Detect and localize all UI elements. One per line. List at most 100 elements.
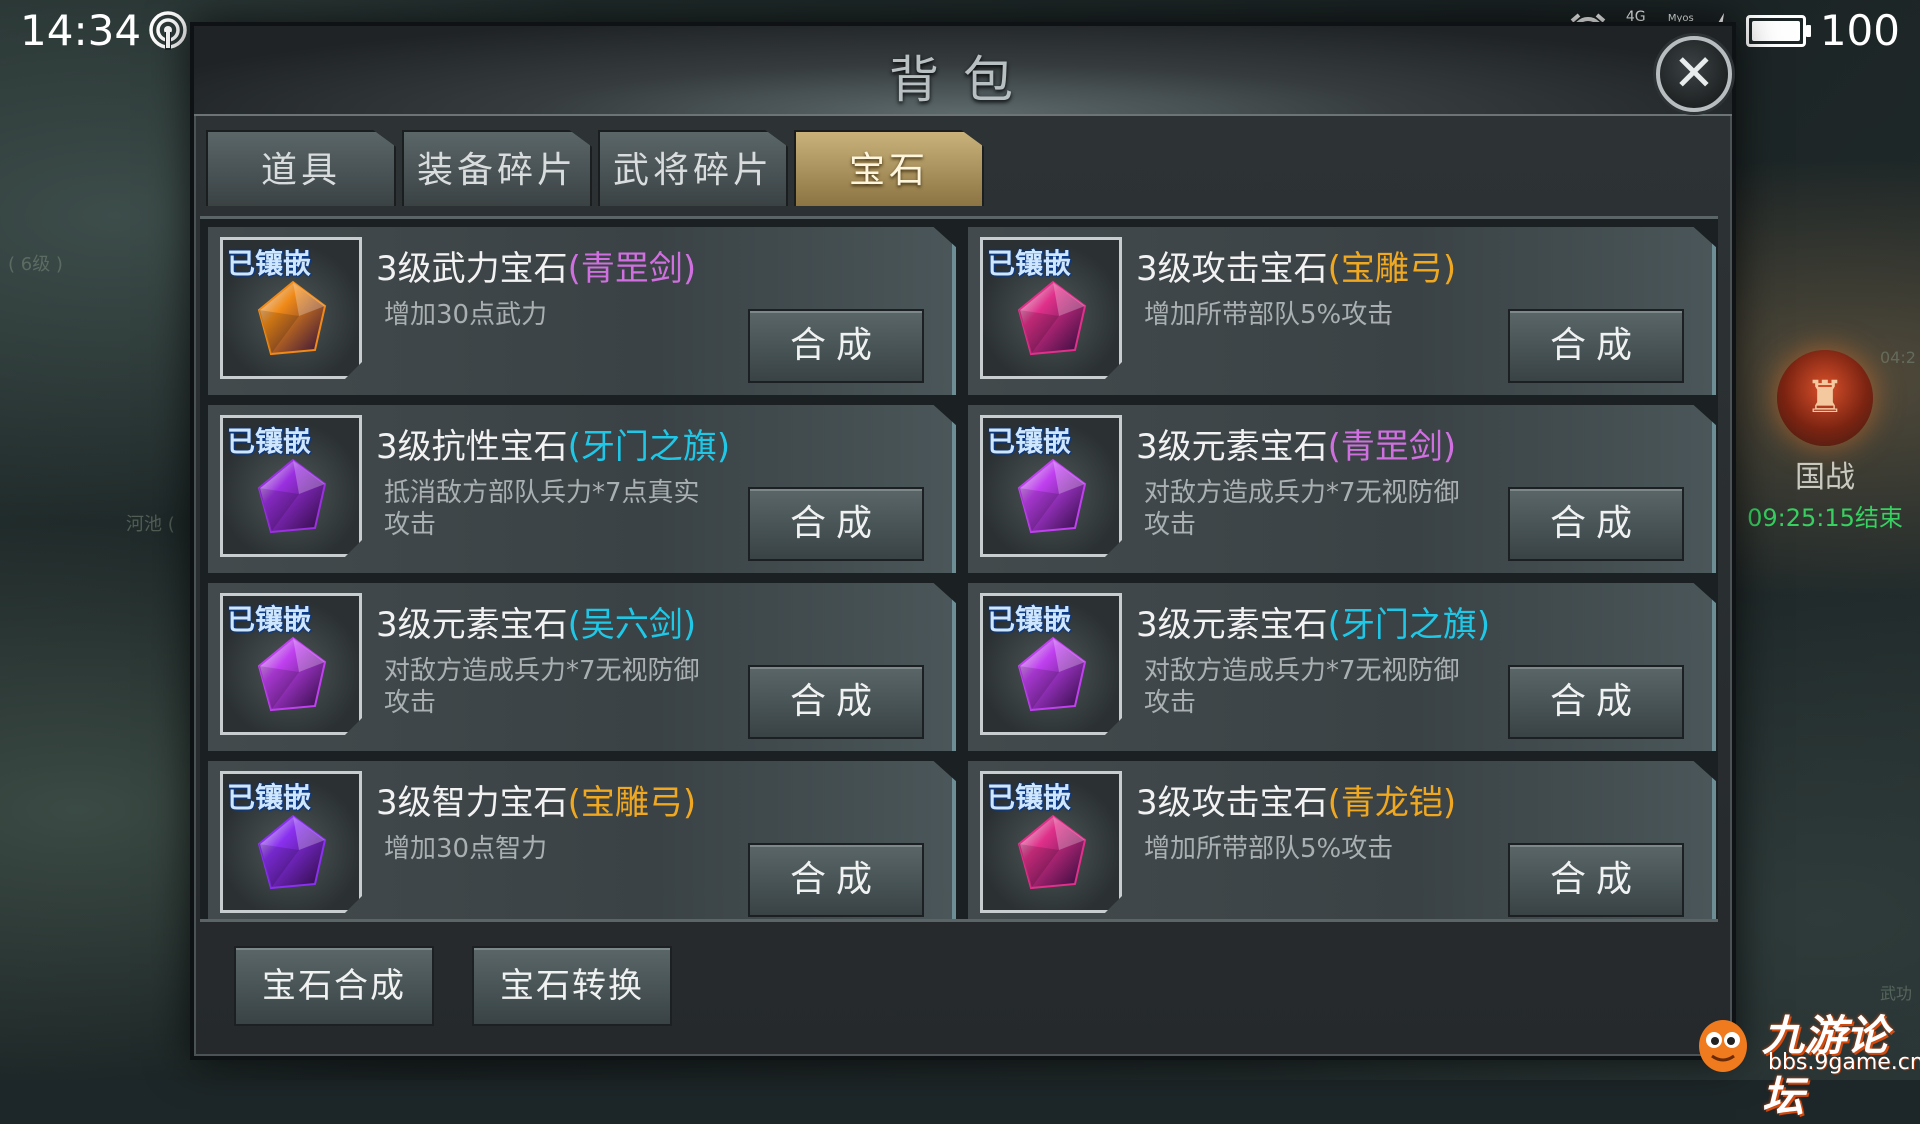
gem-card[interactable]: 已镶嵌 3级元素宝石(吴六剑) 对敌方造成兵力*7无视防御攻击 合成: [208, 583, 956, 751]
backpack-window: 背包 ✕ 道具 装备碎片 武将碎片 宝石 已镶嵌 3级武力宝石(青罡剑) 增加3…: [190, 22, 1736, 1060]
inlaid-badge: 已镶嵌: [227, 247, 312, 280]
gem-title: 3级抗性宝石(牙门之旗): [376, 419, 730, 468]
gem-icon: [257, 280, 327, 356]
close-icon[interactable]: ✕: [1656, 36, 1732, 112]
gem-slot[interactable]: 已镶嵌: [220, 237, 362, 379]
compose-button[interactable]: 合成: [1508, 487, 1684, 561]
compose-button[interactable]: 合成: [748, 309, 924, 383]
map-side-label-2: 武功: [1880, 984, 1913, 1003]
inlaid-badge: 已镶嵌: [987, 603, 1072, 636]
battery-percentage: 100: [1819, 6, 1900, 55]
gem-list[interactable]: 已镶嵌 3级武力宝石(青罡剑) 增加30点武力 合成 已镶嵌 3级攻击宝石(宝雕…: [200, 216, 1718, 922]
tab-items[interactable]: 道具: [206, 130, 396, 206]
map-level-label: ( 6级 ): [8, 254, 63, 275]
gem-equipment: (宝雕弓): [567, 783, 697, 823]
gem-slot[interactable]: 已镶嵌: [980, 237, 1122, 379]
gem-description: 增加30点智力: [384, 834, 548, 864]
gem-card[interactable]: 已镶嵌 3级元素宝石(牙门之旗) 对敌方造成兵力*7无视防御攻击 合成: [968, 583, 1716, 751]
gem-icon: [1017, 280, 1087, 356]
battery-icon: [1745, 14, 1811, 47]
gem-equipment: (青罡剑): [567, 249, 697, 289]
inlaid-badge: 已镶嵌: [227, 781, 312, 814]
gem-equipment: (牙门之旗): [1327, 605, 1491, 645]
tab-general-fragments[interactable]: 武将碎片: [598, 130, 788, 206]
gem-icon: [257, 458, 327, 534]
gem-slot[interactable]: 已镶嵌: [220, 593, 362, 735]
gem-card[interactable]: 已镶嵌 3级武力宝石(青罡剑) 增加30点武力 合成: [208, 227, 956, 395]
inlaid-badge: 已镶嵌: [987, 425, 1072, 458]
watermark: 九游论坛 bbs.9game.cn: [1690, 1004, 1920, 1121]
gem-slot[interactable]: 已镶嵌: [220, 415, 362, 557]
status-time: 14:34: [20, 6, 142, 55]
title-bar: 背包: [194, 26, 1732, 116]
gem-name: 3级元素宝石: [1136, 605, 1328, 645]
gem-card[interactable]: 已镶嵌 3级智力宝石(宝雕弓) 增加30点智力 合成: [208, 761, 956, 919]
gem-title: 3级元素宝石(青罡剑): [1136, 419, 1456, 468]
gem-title: 3级攻击宝石(青龙铠): [1136, 775, 1456, 824]
compose-button[interactable]: 合成: [1508, 309, 1684, 383]
gem-icon: [1017, 814, 1087, 890]
mascot-logo-icon: [1699, 1020, 1747, 1072]
gem-name: 3级攻击宝石: [1136, 783, 1328, 823]
gem-card[interactable]: 已镶嵌 3级元素宝石(青罡剑) 对敌方造成兵力*7无视防御攻击 合成: [968, 405, 1716, 573]
battery-tip: [1805, 24, 1811, 37]
gem-grid: 已镶嵌 3级武力宝石(青罡剑) 增加30点武力 合成 已镶嵌 3级攻击宝石(宝雕…: [208, 227, 1718, 919]
gem-card[interactable]: 已镶嵌 3级攻击宝石(宝雕弓) 增加所带部队5%攻击 合成: [968, 227, 1716, 395]
gem-name: 3级元素宝石: [376, 605, 568, 645]
gem-slot[interactable]: 已镶嵌: [220, 771, 362, 913]
gem-equipment: (青龙铠): [1327, 783, 1457, 823]
gem-description: 增加30点武力: [384, 300, 548, 330]
gem-equipment: (牙门之旗): [567, 427, 731, 467]
tab-bar: 道具 装备碎片 武将碎片 宝石: [206, 130, 984, 206]
inlaid-badge: 已镶嵌: [227, 425, 312, 458]
national-war-emblem-icon: ♜: [1777, 350, 1873, 446]
gem-description: 增加所带部队5%攻击: [1144, 834, 1394, 864]
map-city-label: 河池 (: [126, 514, 175, 535]
gem-card[interactable]: 已镶嵌 3级抗性宝石(牙门之旗) 抵消敌方部队兵力*7点真实攻击 合成: [208, 405, 956, 573]
compose-button[interactable]: 合成: [1508, 843, 1684, 917]
gem-convert-button[interactable]: 宝石转换: [472, 946, 672, 1026]
national-war-timer: 09:25:15结束: [1747, 504, 1903, 532]
gem-name: 3级抗性宝石: [376, 427, 568, 467]
gem-description: 增加所带部队5%攻击: [1144, 300, 1394, 330]
gem-description: 对敌方造成兵力*7无视防御攻击: [384, 656, 700, 718]
window-title: 背包: [889, 51, 1037, 109]
gem-title: 3级智力宝石(宝雕弓): [376, 775, 696, 824]
gem-icon: [1017, 636, 1087, 712]
gem-equipment: (宝雕弓): [1327, 249, 1457, 289]
compose-button[interactable]: 合成: [748, 665, 924, 739]
gem-slot[interactable]: 已镶嵌: [980, 593, 1122, 735]
tab-gems[interactable]: 宝石: [794, 130, 984, 206]
inlaid-badge: 已镶嵌: [987, 781, 1072, 814]
gem-compose-button[interactable]: 宝石合成: [234, 946, 434, 1026]
watermark-url: bbs.9game.cn: [1768, 1050, 1920, 1075]
inlaid-badge: 已镶嵌: [227, 603, 312, 636]
gem-slot[interactable]: 已镶嵌: [980, 415, 1122, 557]
gem-title: 3级元素宝石(牙门之旗): [1136, 597, 1490, 646]
gem-name: 3级元素宝石: [1136, 427, 1328, 467]
gem-name: 3级攻击宝石: [1136, 249, 1328, 289]
gem-description: 抵消敌方部队兵力*7点真实攻击: [384, 478, 700, 540]
national-war-label: 国战: [1795, 460, 1855, 495]
gem-equipment: (吴六剑): [567, 605, 697, 645]
gem-card[interactable]: 已镶嵌 3级攻击宝石(青龙铠) 增加所带部队5%攻击 合成: [968, 761, 1716, 919]
gem-slot[interactable]: 已镶嵌: [980, 771, 1122, 913]
gem-title: 3级元素宝石(吴六剑): [376, 597, 696, 646]
gem-icon: [257, 814, 327, 890]
gem-title: 3级武力宝石(青罡剑): [376, 241, 696, 290]
gem-icon: [257, 636, 327, 712]
national-war-widget[interactable]: ♜ 国战 09:25:15结束: [1740, 350, 1910, 532]
battery-fill: [1751, 20, 1800, 41]
gem-title: 3级攻击宝石(宝雕弓): [1136, 241, 1456, 290]
gem-description: 对敌方造成兵力*7无视防御攻击: [1144, 656, 1460, 718]
gem-description: 对敌方造成兵力*7无视防御攻击: [1144, 478, 1460, 540]
compose-button[interactable]: 合成: [748, 487, 924, 561]
gem-equipment: (青罡剑): [1327, 427, 1457, 467]
compose-button[interactable]: 合成: [748, 843, 924, 917]
compose-button[interactable]: 合成: [1508, 665, 1684, 739]
hotspot-icon: [149, 11, 187, 50]
gem-name: 3级智力宝石: [376, 783, 568, 823]
inlaid-badge: 已镶嵌: [987, 247, 1072, 280]
gem-icon: [1017, 458, 1087, 534]
tab-equipment-fragments[interactable]: 装备碎片: [402, 130, 592, 206]
